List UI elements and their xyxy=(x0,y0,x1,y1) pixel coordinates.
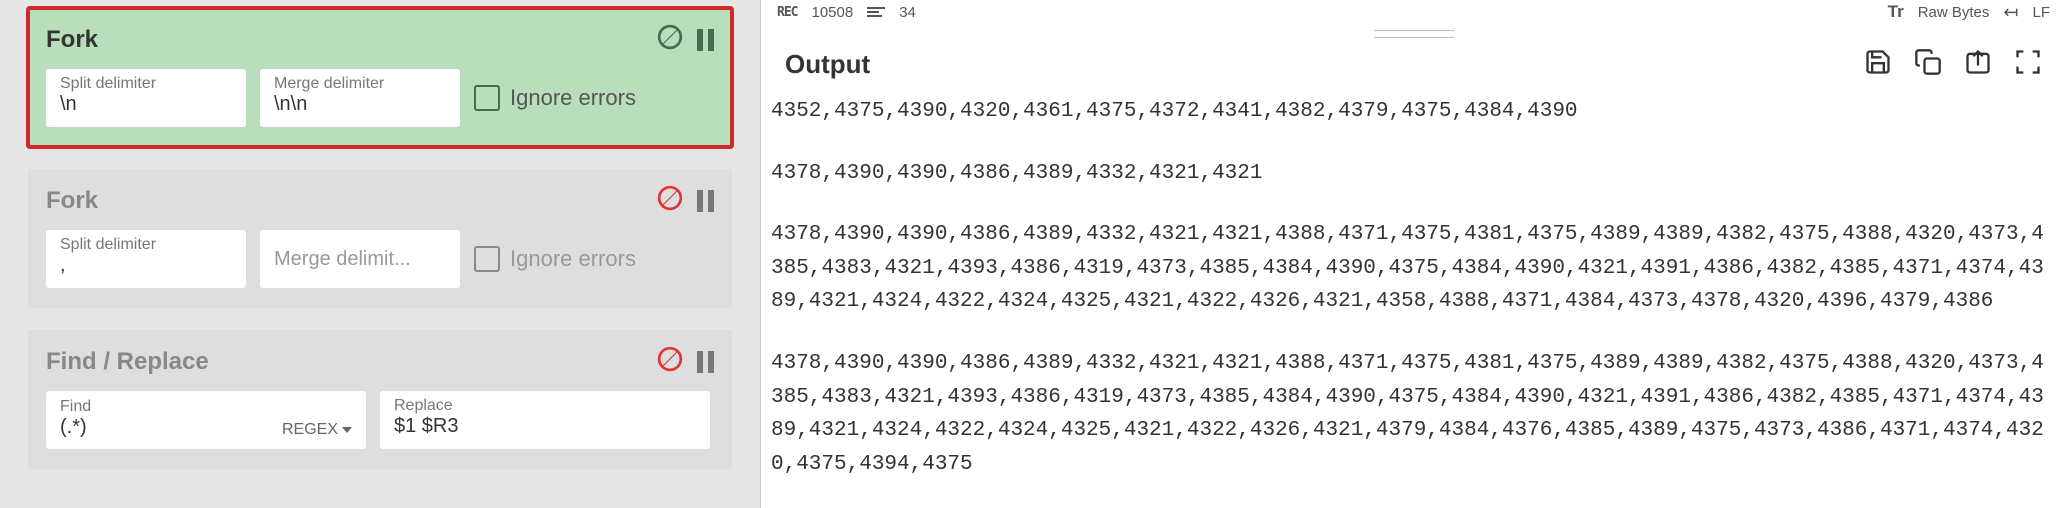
fullscreen-icon[interactable] xyxy=(2014,48,2042,81)
ignore-errors-checkbox[interactable]: Ignore errors xyxy=(474,69,636,127)
status-bar: REC 10508 34 Tr Raw Bytes ↤ LF xyxy=(761,0,2066,28)
split-delimiter-field[interactable]: Split delimiter \n xyxy=(46,69,246,127)
op-title: Fork xyxy=(46,26,657,54)
pause-icon[interactable] xyxy=(697,190,714,212)
merge-delimiter-field[interactable]: Merge delimit... xyxy=(260,230,460,288)
lines-count: 34 xyxy=(899,4,916,21)
operation-fork-active[interactable]: Fork Split delimiter \n Merge delimiter … xyxy=(28,8,732,147)
save-icon[interactable] xyxy=(1864,48,1892,81)
op-title: Fork xyxy=(46,187,657,215)
rec-count: 10508 xyxy=(811,4,853,21)
pause-icon[interactable] xyxy=(697,29,714,51)
lines-icon xyxy=(867,7,885,17)
checkbox-icon xyxy=(474,246,500,272)
raw-bytes-toggle[interactable]: Tr xyxy=(1888,2,1904,22)
checkbox-icon xyxy=(474,85,500,111)
split-delimiter-field[interactable]: Split delimiter , xyxy=(46,230,246,288)
op-title: Find / Replace xyxy=(46,348,657,376)
pause-icon[interactable] xyxy=(697,351,714,373)
eol-icon[interactable]: ↤ xyxy=(2003,2,2018,23)
output-text[interactable]: 4352,4375,4390,4320,4361,4375,4372,4341,… xyxy=(761,91,2066,508)
output-title: Output xyxy=(785,49,1864,80)
disable-icon[interactable] xyxy=(657,346,683,377)
regex-dropdown[interactable]: REGEX xyxy=(282,421,352,439)
output-panel: REC 10508 34 Tr Raw Bytes ↤ LF Output xyxy=(760,0,2066,508)
operation-find-replace[interactable]: Find / Replace Find (.*) REGEX xyxy=(28,330,732,469)
merge-delimiter-field[interactable]: Merge delimiter \n\n xyxy=(260,69,460,127)
operation-fork-disabled[interactable]: Fork Split delimiter , Merge delimit... xyxy=(28,169,732,308)
disable-icon[interactable] xyxy=(657,24,683,55)
rec-icon: REC xyxy=(777,5,797,20)
chevron-down-icon xyxy=(342,427,352,433)
move-to-input-icon[interactable] xyxy=(1964,48,1992,81)
drag-handle[interactable] xyxy=(761,28,2066,38)
disable-icon[interactable] xyxy=(657,185,683,216)
ignore-errors-checkbox[interactable]: Ignore errors xyxy=(474,230,636,288)
copy-icon[interactable] xyxy=(1914,48,1942,81)
replace-field[interactable]: Replace $1 $R3 xyxy=(380,391,710,449)
eol-label[interactable]: LF xyxy=(2032,4,2050,21)
recipe-panel: Fork Split delimiter \n Merge delimiter … xyxy=(0,0,760,508)
find-field[interactable]: Find (.*) REGEX xyxy=(46,391,366,449)
raw-bytes-label[interactable]: Raw Bytes xyxy=(1918,4,1990,21)
